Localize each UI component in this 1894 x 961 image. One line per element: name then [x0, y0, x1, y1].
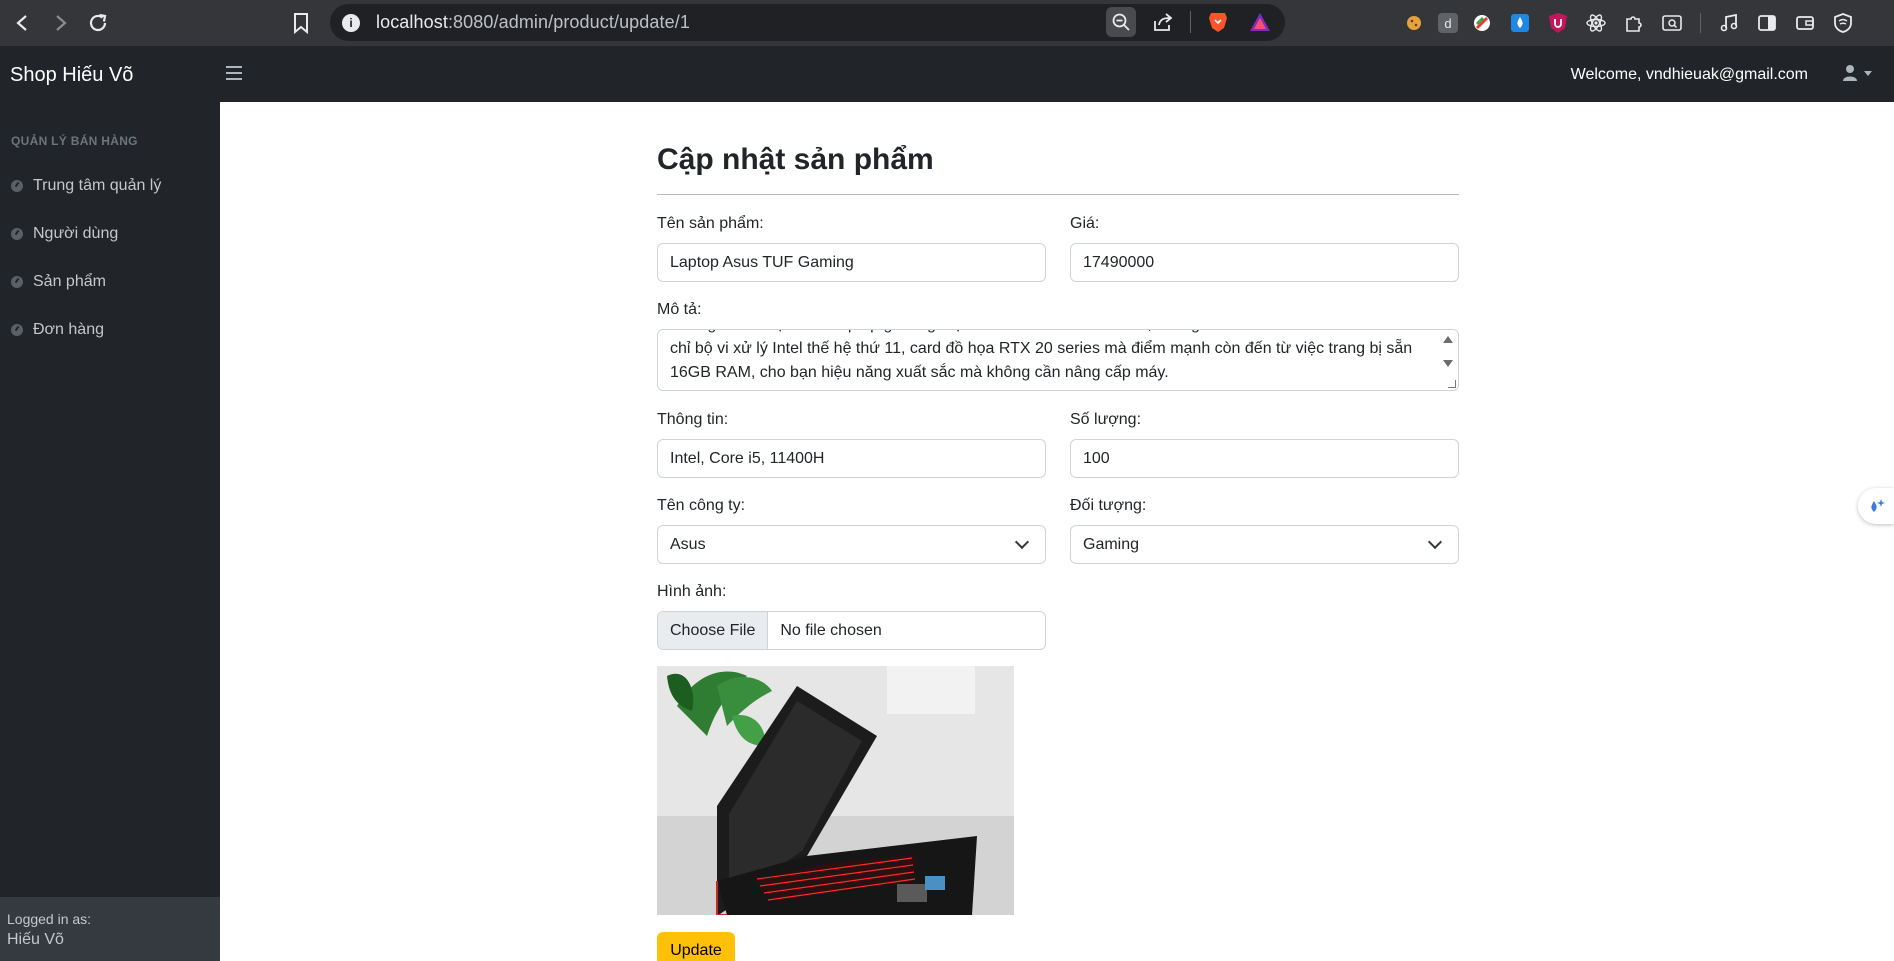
company-label: Tên công ty:	[657, 497, 746, 514]
hamburger-icon	[226, 66, 242, 68]
scroll-up-icon[interactable]	[1443, 336, 1453, 343]
sidebar-item-label: Sản phẩm	[33, 273, 106, 290]
price-label: Giá:	[1070, 215, 1100, 232]
resize-handle-icon[interactable]	[1448, 380, 1456, 388]
url-path: :8080/admin/product/update/1	[447, 12, 690, 32]
top-navbar: Shop Hiếu Võ Welcome, vndhieuak@gmail.co…	[0, 46, 1894, 102]
water-drop-extension-icon[interactable]	[1506, 9, 1534, 37]
description-label: Mô tả:	[657, 301, 702, 318]
address-bar[interactable]: i localhost:8080/admin/product/update/1	[330, 4, 1285, 41]
tachometer-icon	[11, 228, 23, 240]
target-select[interactable]: Gaming	[1070, 525, 1459, 564]
brave-rewards-button[interactable]	[1245, 7, 1275, 37]
page-title: Cập nhật sản phẩm	[657, 143, 934, 176]
sidebar-item-products[interactable]: Sản phẩm	[11, 273, 106, 291]
react-devtools-extension-icon[interactable]	[1582, 9, 1610, 37]
sidebar: QUẢN LÝ BÁN HÀNG Trung tâm quản lý Người…	[0, 102, 220, 961]
chevron-down-icon	[1427, 534, 1443, 549]
quantity-label: Số lượng:	[1070, 411, 1142, 428]
browser-toolbar: i localhost:8080/admin/product/update/1 …	[0, 0, 1894, 46]
file-status-text: No file chosen	[780, 621, 882, 639]
brand-link[interactable]: Shop Hiếu Võ	[10, 64, 133, 87]
laptop-photo	[657, 666, 1014, 915]
d-extension-icon[interactable]: d	[1438, 13, 1458, 33]
sidebar-item-label: Đơn hàng	[33, 321, 104, 338]
product-image-preview	[657, 666, 1014, 915]
puzzle-extensions-icon[interactable]	[1620, 9, 1648, 37]
address-bar-actions	[1106, 7, 1275, 37]
cookie-extension-icon[interactable]	[1400, 9, 1428, 37]
welcome-text: Welcome, vndhieuak@gmail.com	[1570, 66, 1808, 83]
sidebar-heading: QUẢN LÝ BÁN HÀNG	[11, 134, 138, 148]
back-arrow-icon	[16, 15, 27, 31]
vpn-shield-icon[interactable]	[1829, 9, 1857, 37]
sidebar-item-label: Người dùng	[33, 225, 119, 242]
price-input[interactable]: 17490000	[1070, 243, 1459, 282]
site-info-icon[interactable]: i	[342, 13, 360, 32]
brave-lion-icon	[1209, 13, 1227, 32]
sidebar-item-dashboard[interactable]: Trung tâm quản lý	[11, 177, 161, 195]
floating-assistant-button[interactable]	[1858, 488, 1894, 524]
share-button[interactable]	[1148, 7, 1178, 37]
tachometer-icon	[11, 324, 23, 336]
target-label: Đối tượng:	[1070, 497, 1147, 514]
zoom-button[interactable]	[1106, 7, 1136, 37]
tachometer-icon	[11, 180, 23, 192]
sidebar-item-label: Trung tâm quản lý	[33, 177, 162, 194]
quantity-input[interactable]: 100	[1070, 439, 1459, 478]
info-label: Thông tin:	[657, 411, 729, 428]
wallet-icon[interactable]	[1791, 9, 1819, 37]
music-note-icon[interactable]	[1715, 9, 1743, 37]
sidebar-item-orders[interactable]: Đơn hàng	[11, 321, 104, 339]
sidebar-item-users[interactable]: Người dùng	[11, 225, 118, 243]
zoom-out-icon	[1112, 13, 1130, 31]
image-label: Hình ảnh:	[657, 583, 727, 600]
chevron-down-icon	[1864, 70, 1872, 76]
scroll-down-icon[interactable]	[1443, 360, 1453, 367]
update-button[interactable]: Update	[657, 932, 735, 961]
divider	[1700, 13, 1701, 33]
share-icon	[1154, 13, 1173, 31]
logged-in-label: Logged in as:	[7, 911, 92, 927]
company-selected-value: Asus	[670, 535, 706, 553]
ublock-extension-icon[interactable]	[1544, 9, 1572, 37]
user-icon	[1843, 65, 1857, 81]
logged-in-user: Hiếu Võ	[7, 931, 64, 948]
product-name-label: Tên sản phẩm:	[657, 215, 764, 232]
chevron-down-icon	[1014, 534, 1030, 549]
user-dropdown[interactable]	[1842, 64, 1872, 82]
info-input[interactable]: Intel, Core i5, 11400H	[657, 439, 1046, 478]
reload-icon	[89, 13, 107, 32]
description-textarea[interactable]: Không chỉ là một chiếc laptop gaming mạn…	[657, 329, 1459, 391]
product-name-input[interactable]: Laptop Asus TUF Gaming	[657, 243, 1046, 282]
rewards-triangle-icon	[1250, 13, 1270, 31]
extensions-bar: d	[1400, 8, 1857, 38]
back-button[interactable]	[2, 3, 42, 43]
forward-arrow-icon	[56, 15, 67, 31]
bookmark-icon	[294, 13, 308, 34]
tachometer-icon	[11, 276, 23, 288]
target-selected-value: Gaming	[1083, 535, 1140, 553]
sidebar-footer: Logged in as: Hiếu Võ	[0, 897, 220, 961]
choose-file-button[interactable]: Choose File	[658, 612, 769, 649]
url-text[interactable]: localhost:8080/admin/product/update/1	[376, 12, 690, 33]
color-picker-extension-icon[interactable]	[1468, 9, 1496, 37]
sidebar-toggle-button[interactable]	[226, 66, 242, 80]
company-select[interactable]: Asus	[657, 525, 1046, 564]
url-host: localhost	[376, 12, 448, 32]
bookmark-button[interactable]	[286, 8, 316, 38]
image-file-input[interactable]: Choose File No file chosen	[657, 611, 1046, 650]
page-search-extension-icon[interactable]	[1658, 9, 1686, 37]
sidebar-toggle-icon[interactable]	[1753, 9, 1781, 37]
sparkle-drop-icon	[1871, 499, 1885, 512]
description-text: Không chỉ là một chiếc laptop gaming mạn…	[670, 330, 1413, 381]
reload-button[interactable]	[78, 3, 118, 43]
brave-shields-button[interactable]	[1203, 7, 1233, 37]
divider	[1190, 11, 1191, 33]
title-divider	[657, 194, 1459, 195]
forward-button[interactable]	[41, 3, 81, 43]
